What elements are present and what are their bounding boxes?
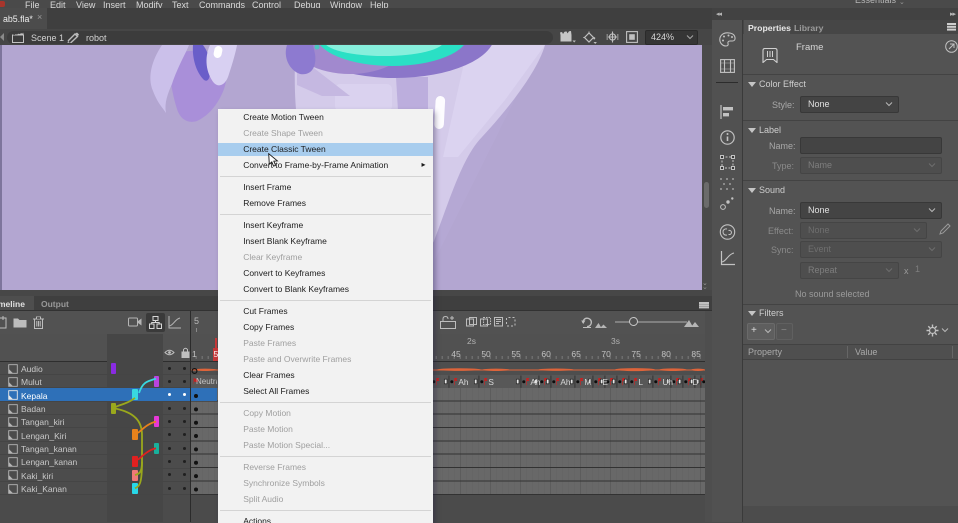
svg-text:Ah: Ah: [458, 377, 469, 387]
svg-text:M: M: [584, 377, 591, 387]
svg-text:S: S: [488, 377, 494, 387]
svg-text:Uh: Uh: [662, 377, 673, 387]
svg-text:D: D: [692, 377, 698, 387]
svg-text:E: E: [602, 377, 608, 387]
svg-text:L: L: [638, 377, 643, 387]
svg-text:Ah: Ah: [560, 377, 571, 387]
svg-text:Ah: Ah: [530, 377, 541, 387]
